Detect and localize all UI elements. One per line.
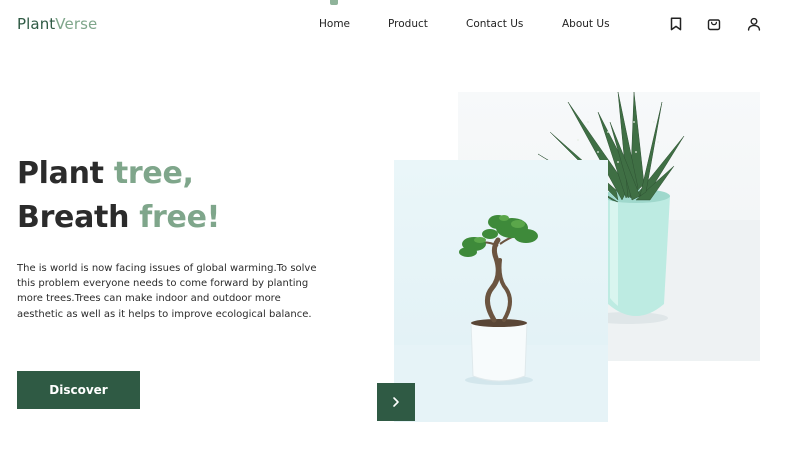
headline-line-1: Plant tree, bbox=[17, 156, 194, 191]
headline-line-2: Breath free! bbox=[17, 200, 221, 235]
top-decoration bbox=[330, 0, 338, 5]
hero-headline: Plant tree, Breath free! bbox=[17, 152, 220, 240]
next-slide-button[interactable] bbox=[377, 383, 415, 421]
bookmark-icon[interactable] bbox=[668, 16, 684, 32]
discover-button[interactable]: Discover bbox=[17, 371, 140, 409]
chevron-right-icon bbox=[391, 393, 401, 412]
shopping-bag-icon[interactable] bbox=[706, 16, 722, 32]
hero-description: The is world is now facing issues of glo… bbox=[17, 263, 317, 320]
nav-home[interactable]: Home bbox=[319, 18, 350, 30]
bonsai-tree-image bbox=[394, 160, 608, 422]
main-nav: Home Product Contact Us About Us bbox=[0, 18, 805, 34]
nav-product[interactable]: Product bbox=[388, 18, 428, 30]
user-icon[interactable] bbox=[746, 16, 762, 32]
nav-contact-us[interactable]: Contact Us bbox=[466, 18, 523, 30]
nav-about-us[interactable]: About Us bbox=[562, 18, 610, 30]
